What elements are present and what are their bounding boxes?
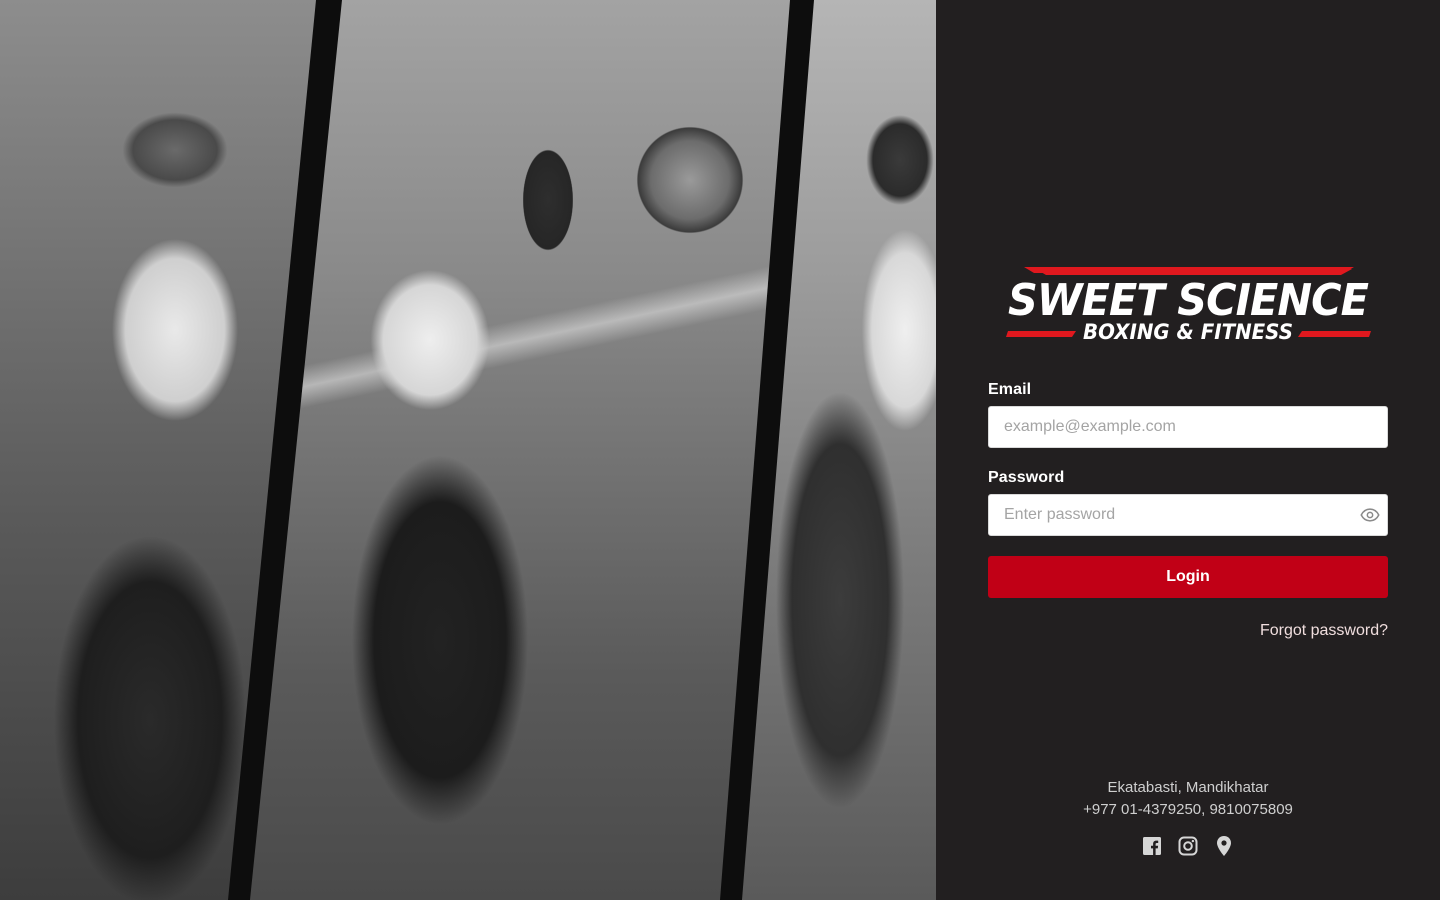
instagram-link[interactable] [1178,835,1198,857]
facebook-icon [1143,837,1161,855]
login-form: Email Password Login Forgot password? [988,380,1388,639]
brand-logo: SWEET SCIENCE BOXING & FITNESS [1006,267,1371,343]
instagram-icon [1178,836,1198,856]
phone-text: +977 01-4379250, 9810075809 [1083,801,1293,818]
address-text: Ekatabasti, Mandikhatar [1107,779,1269,796]
facebook-link[interactable] [1142,835,1162,857]
location-pin-icon [1217,836,1231,856]
contact-info: Ekatabasti, Mandikhatar +977 01-4379250,… [936,777,1440,821]
password-field-wrap [988,494,1388,536]
login-panel: SWEET SCIENCE BOXING & FITNESS Email Pas… [936,0,1440,900]
login-button[interactable]: Login [988,556,1388,598]
forgot-password-link[interactable]: Forgot password? [1260,622,1388,640]
email-input[interactable] [988,406,1388,448]
location-link[interactable] [1214,835,1234,857]
social-links [936,835,1440,857]
brand-tagline: BOXING & FITNESS [1083,320,1293,343]
hero-photo-collage [0,0,936,900]
password-input[interactable] [988,494,1388,536]
email-field-wrap [988,406,1388,448]
password-label: Password [988,469,1065,486]
email-label: Email [988,381,1032,398]
show-password-eye-icon[interactable] [1360,505,1380,525]
login-page: SWEET SCIENCE BOXING & FITNESS Email Pas… [0,0,1440,900]
brand-name: SWEET SCIENCE [1008,275,1369,326]
